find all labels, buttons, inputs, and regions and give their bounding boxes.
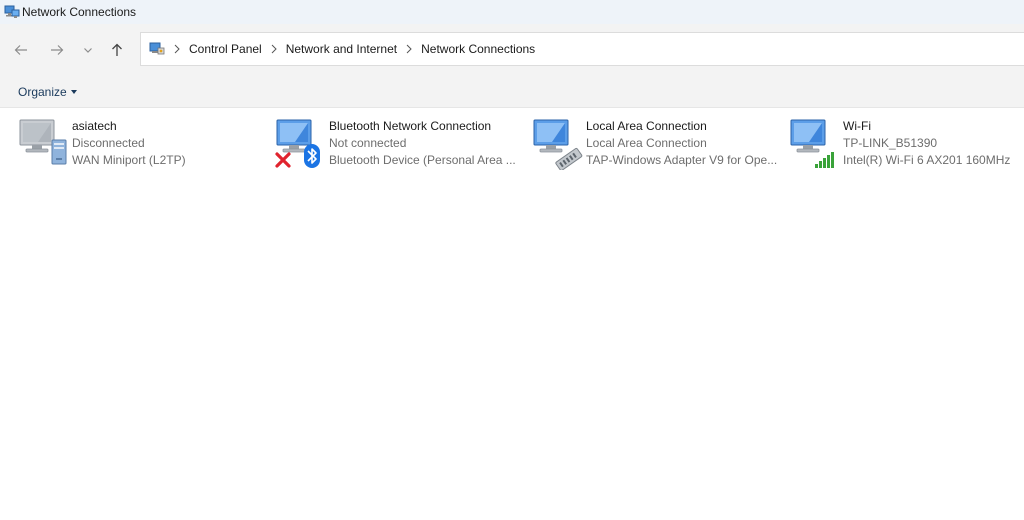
back-button[interactable]	[9, 38, 33, 62]
wifi-connection-icon	[789, 118, 841, 170]
navigation-bar: Control Panel Network and Internet Netwo…	[0, 24, 1024, 76]
breadcrumb-network-connections[interactable]: Network Connections	[421, 42, 535, 56]
caret-down-icon	[70, 89, 77, 94]
connection-name: asiatech	[72, 119, 117, 133]
address-bar[interactable]: Control Panel Network and Internet Netwo…	[140, 32, 1024, 66]
connection-device: Bluetooth Device (Personal Area ...	[329, 153, 516, 167]
organize-label: Organize	[18, 84, 67, 99]
chevron-down-icon	[82, 44, 94, 56]
breadcrumb-control-panel[interactable]: Control Panel	[189, 42, 262, 56]
connection-item-asiatech[interactable]: asiatech Disconnected WAN Miniport (L2TP…	[18, 116, 268, 174]
recent-locations-button[interactable]	[76, 38, 100, 62]
ethernet-connection-icon	[532, 118, 584, 170]
chevron-right-icon	[405, 44, 413, 54]
connections-list: asiatech Disconnected WAN Miniport (L2TP…	[0, 108, 1024, 520]
chevron-right-icon	[173, 44, 181, 54]
vpn-connection-icon	[18, 118, 70, 170]
chevron-right-icon	[270, 44, 278, 54]
signal-bars-icon	[815, 152, 834, 168]
arrow-up-icon	[109, 42, 125, 58]
error-x-icon	[275, 152, 291, 168]
breadcrumb-network-and-internet[interactable]: Network and Internet	[286, 42, 397, 56]
network-connections-icon	[4, 4, 20, 20]
connection-status: Local Area Connection	[586, 136, 707, 150]
title-bar: Network Connections	[0, 0, 1024, 24]
connection-item-wifi[interactable]: Wi-Fi TP-LINK_B51390 Intel(R) Wi-Fi 6 AX…	[789, 116, 1024, 174]
connection-device: TAP-Windows Adapter V9 for Ope...	[586, 153, 778, 167]
connection-item-bluetooth[interactable]: Bluetooth Network Connection Not connect…	[275, 116, 525, 174]
connection-device: Intel(R) Wi-Fi 6 AX201 160MHz	[843, 153, 1011, 167]
forward-button[interactable]	[45, 38, 69, 62]
connection-status: Disconnected	[72, 136, 145, 150]
connection-device: WAN Miniport (L2TP)	[72, 153, 186, 167]
control-panel-icon	[149, 41, 165, 57]
command-bar: Organize	[0, 76, 1024, 108]
up-button[interactable]	[105, 38, 129, 62]
organize-button[interactable]: Organize	[18, 85, 77, 99]
arrow-right-icon	[49, 42, 65, 58]
connection-status: Not connected	[329, 136, 407, 150]
connection-name: Wi-Fi	[843, 119, 871, 133]
connection-item-local-area[interactable]: Local Area Connection Local Area Connect…	[532, 116, 782, 174]
connection-name: Local Area Connection	[586, 119, 707, 133]
window-title: Network Connections	[22, 5, 137, 19]
connection-status: TP-LINK_B51390	[843, 136, 938, 150]
connection-name: Bluetooth Network Connection	[329, 119, 492, 133]
arrow-left-icon	[13, 42, 29, 58]
bluetooth-connection-icon	[275, 118, 327, 170]
